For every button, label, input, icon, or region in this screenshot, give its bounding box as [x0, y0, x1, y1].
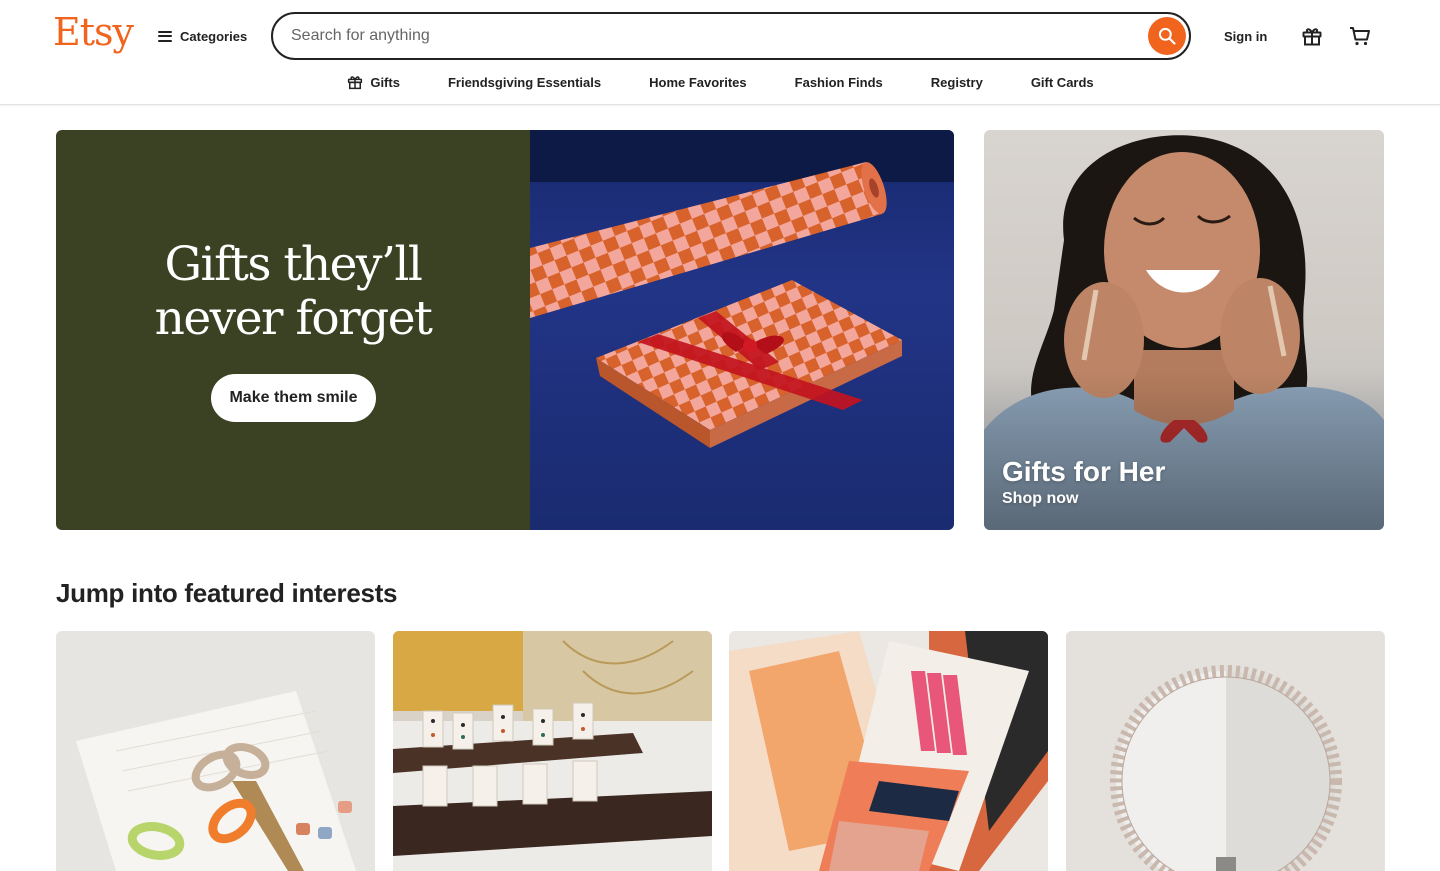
sign-in-button[interactable]: Sign in [1214, 20, 1277, 52]
hero-title: Gifts they’ll never forget [56, 238, 530, 346]
hero-title-line: Gifts they’ll [164, 237, 423, 292]
categories-button[interactable]: Categories [150, 20, 255, 52]
shop-now-link[interactable]: Shop now [1002, 490, 1078, 508]
cart-icon [1350, 27, 1370, 46]
featured-card[interactable] [56, 631, 375, 871]
pencils-stationery-image [729, 631, 1048, 871]
featured-interests-list [56, 631, 1385, 871]
gift-mode-button[interactable] [1294, 18, 1330, 54]
nav-item-label: Gifts [370, 74, 400, 90]
featured-interests-heading: Jump into featured interests [56, 578, 398, 608]
search-input[interactable] [273, 14, 1148, 58]
promo-title: Gifts for Her [1002, 456, 1166, 487]
beaded-mirror-image [1066, 631, 1384, 871]
gift-icon [1302, 28, 1322, 46]
featured-card[interactable] [393, 631, 712, 871]
featured-card[interactable] [1066, 631, 1385, 871]
categories-label: Categories [180, 28, 248, 44]
make-them-smile-button[interactable]: Make them smile [211, 374, 376, 422]
dominoes-image [393, 631, 712, 871]
search-bar [271, 12, 1191, 60]
search-button[interactable] [1148, 17, 1186, 55]
featured-card[interactable] [729, 631, 1048, 871]
wrapped-gift-image [530, 130, 954, 448]
nav-item-friendsgiving[interactable]: Friendsgiving Essentials [424, 68, 625, 96]
category-nav: Gifts Friendsgiving Essentials Home Favo… [0, 68, 1440, 96]
site-header: Etsy Categories Sign in [0, 0, 1440, 105]
gift-icon [348, 76, 363, 90]
nav-item-home-favorites[interactable]: Home Favorites [625, 68, 771, 96]
nav-item-registry[interactable]: Registry [907, 68, 1007, 96]
hero-title-line: never forget [154, 291, 433, 346]
hero-image [530, 130, 954, 530]
etsy-logo[interactable]: Etsy [53, 10, 134, 54]
gifts-for-her-promo[interactable]: Gifts for Her Shop now [984, 130, 1384, 530]
nav-item-gifts[interactable]: Gifts [322, 68, 424, 96]
hero-text-panel: Gifts they’ll never forget Make them smi… [56, 130, 530, 530]
menu-icon [158, 30, 172, 42]
scissors-crafting-image [56, 631, 375, 871]
hero-banner: Gifts they’ll never forget Make them smi… [56, 130, 954, 530]
search-icon [1158, 27, 1176, 45]
nav-item-fashion-finds[interactable]: Fashion Finds [771, 68, 907, 96]
nav-item-gift-cards[interactable]: Gift Cards [1007, 68, 1118, 96]
cart-button[interactable] [1342, 18, 1378, 54]
